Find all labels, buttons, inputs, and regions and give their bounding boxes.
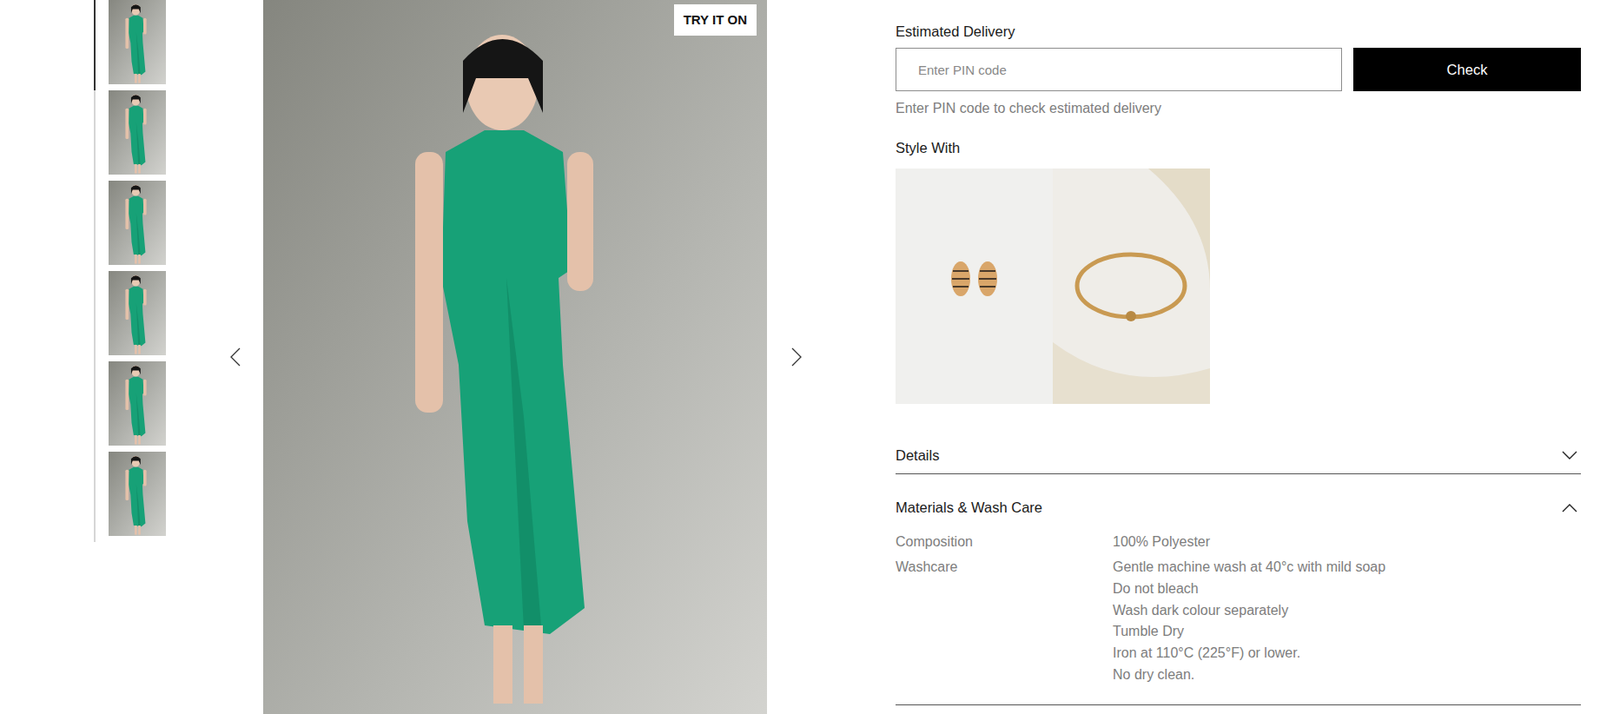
main-image: TRY IT ON — [263, 0, 767, 714]
bracelet-image[interactable] — [1052, 168, 1210, 404]
next-button[interactable] — [786, 343, 807, 371]
accordion-header[interactable]: Materials & Wash Care — [895, 484, 1581, 527]
spec-value: No dry clean. — [1112, 664, 1386, 687]
delivery-hint: Enter PIN code to check estimated delive… — [895, 99, 1581, 119]
style-with-list — [895, 168, 1581, 404]
spec-value: Wash dark colour separately — [1112, 600, 1386, 622]
chevron-down-icon — [1561, 449, 1578, 461]
thumbnail-image3[interactable] — [108, 271, 166, 356]
thumbnail-list — [93, 0, 166, 543]
prev-button[interactable] — [224, 343, 246, 371]
spec-value: Tumble Dry — [1112, 621, 1386, 643]
spec-value: 100% Polyester — [1112, 531, 1210, 554]
thumbnail-item[interactable] — [93, 0, 166, 91]
chevron-right-icon — [791, 347, 802, 367]
style-with-title: Style With — [895, 138, 1581, 158]
earrings-image[interactable] — [895, 168, 1053, 404]
spec-values: 100% Polyester — [1112, 531, 1210, 554]
product-info: Estimated Delivery Check Enter PIN code to… — [895, 0, 1581, 714]
spec-label: Washcare — [895, 556, 1113, 686]
thumbnail-image1[interactable] — [108, 90, 166, 175]
check-button[interactable]: Check — [1353, 47, 1581, 92]
spec-row: Composition100% Polyester — [895, 531, 1581, 554]
delivery-row: Check — [895, 47, 1581, 92]
accordion-body: Composition100% PolyesterWashcareGentle … — [895, 526, 1581, 706]
product-photo — [263, 0, 767, 714]
thumbnail-item[interactable] — [93, 361, 166, 452]
accordion-title: Materials & Wash Care — [895, 496, 1043, 519]
chevron-up-icon — [1561, 502, 1578, 514]
spec-label: Composition — [895, 531, 1113, 554]
spec-value: Iron at 110°C (225°F) or lower. — [1112, 642, 1386, 665]
delivery-title: Estimated Delivery — [895, 22, 1581, 41]
spec-value: Do not bleach — [1112, 578, 1386, 601]
thumbnail-image0[interactable] — [108, 0, 166, 85]
accordion-title: Details — [895, 444, 939, 467]
thumbnail-item[interactable] — [93, 90, 166, 181]
thumbnail-image2[interactable] — [108, 180, 166, 265]
spec-value: Gentle machine wash at 40°c with mild so… — [1112, 556, 1386, 579]
accordion-header[interactable]: Details — [895, 432, 1581, 475]
try-it-on-button[interactable]: TRY IT ON — [674, 4, 757, 36]
spec-row: WashcareGentle machine wash at 40°c with… — [895, 556, 1581, 686]
thumbnail-item[interactable] — [93, 180, 166, 272]
thumbnail-image4[interactable] — [108, 361, 166, 446]
pin-input[interactable] — [895, 47, 1343, 92]
thumbnail-image5[interactable] — [108, 451, 166, 536]
chevron-left-icon — [230, 347, 241, 367]
next-area — [766, 0, 896, 714]
prev-area — [165, 0, 264, 714]
thumbnail-item[interactable] — [93, 271, 166, 362]
spec-values: Gentle machine wash at 40°c with mild so… — [1112, 556, 1386, 686]
thumbnail-item[interactable] — [93, 451, 166, 543]
